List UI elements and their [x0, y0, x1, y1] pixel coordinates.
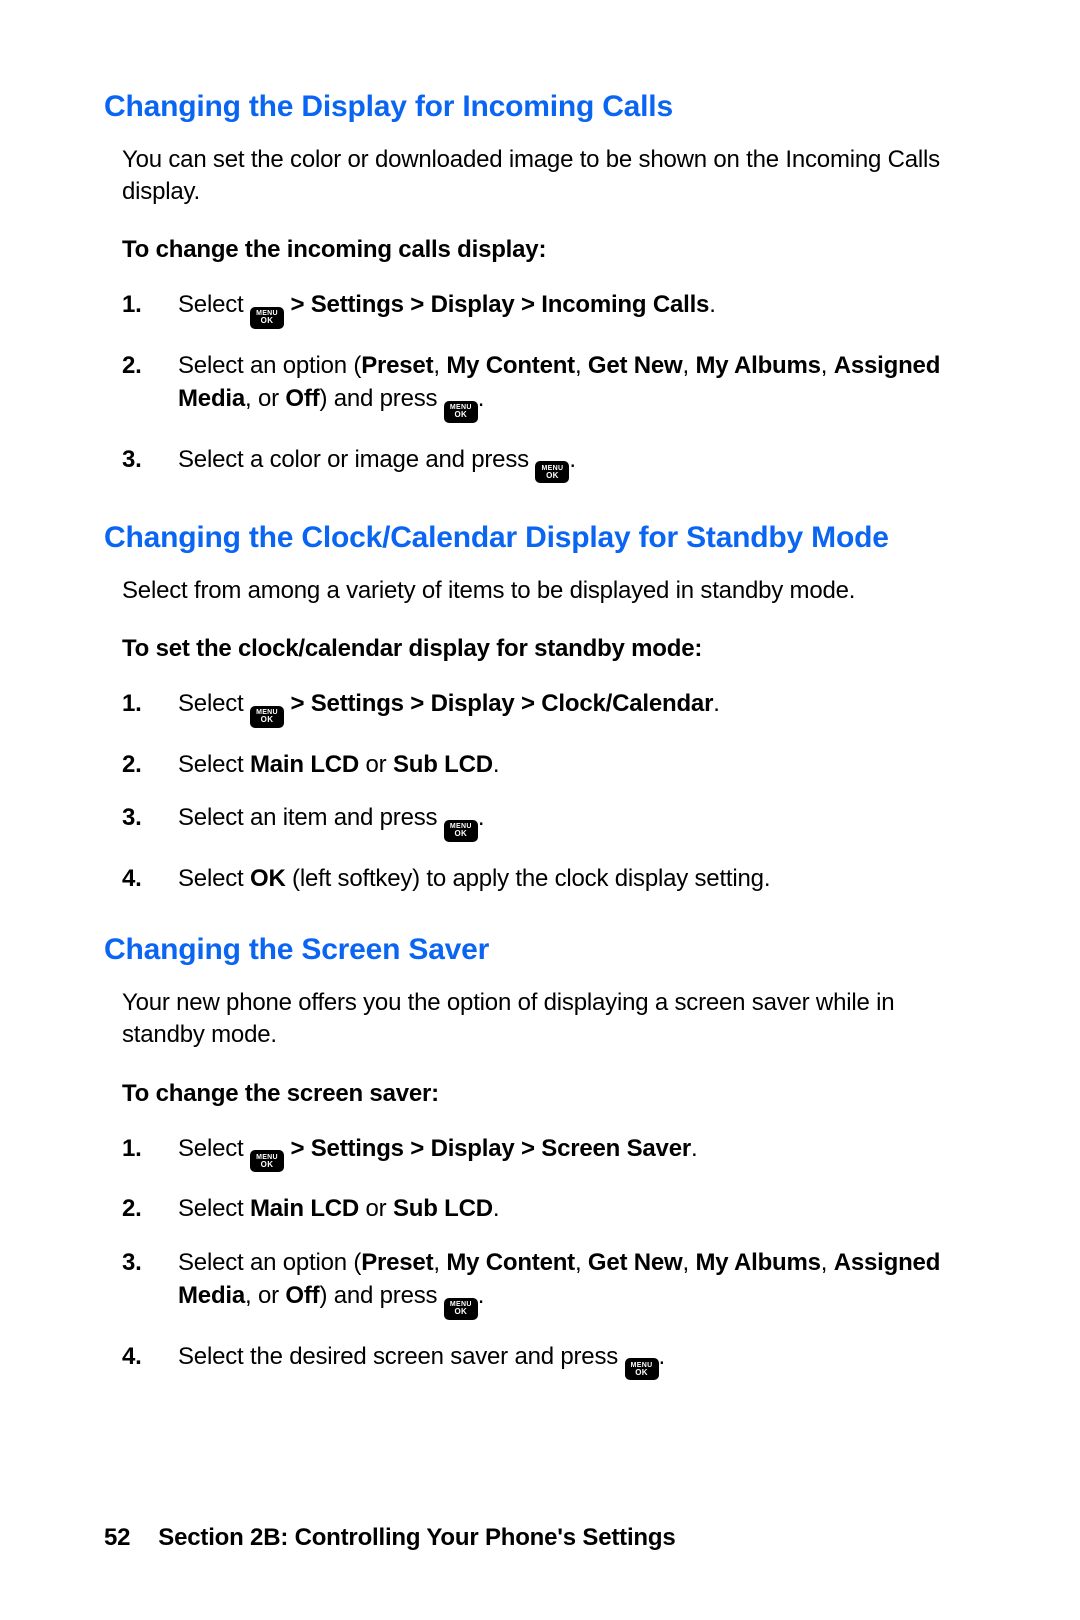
menu-ok-icon: MENUOK — [444, 1298, 478, 1320]
list-item: 3. Select an item and press MENUOK. — [122, 801, 976, 842]
list-item: 1. Select MENUOK > Settings > Display > … — [122, 1132, 976, 1173]
step-text: Select — [178, 865, 250, 892]
menu-ok-icon: MENUOK — [250, 307, 284, 329]
step-text: Select an option ( — [178, 352, 361, 379]
step-text: Select — [178, 291, 250, 318]
nav-path: > Settings > Display > Screen Saver — [284, 1135, 691, 1162]
menu-ok-icon: MENUOK — [250, 706, 284, 728]
list-item: 2. Select Main LCD or Sub LCD. — [122, 1192, 976, 1226]
section-subhead: To change the incoming calls display: — [122, 236, 976, 264]
step-text: Select — [178, 751, 250, 778]
step-number: 3. — [122, 801, 142, 835]
menu-ok-icon: MENUOK — [250, 1150, 284, 1172]
menu-ok-icon: MENUOK — [535, 461, 569, 483]
step-text: Select a color or image and press — [178, 446, 535, 473]
footer-section-title: Section 2B: Controlling Your Phone's Set… — [158, 1524, 675, 1551]
section-intro: Your new phone offers you the option of … — [122, 987, 976, 1052]
manual-page: Changing the Display for Incoming Calls … — [0, 0, 1080, 1620]
step-number: 3. — [122, 1246, 142, 1280]
step-text: Select an option ( — [178, 1249, 361, 1276]
step-text: Select the desired screen saver and pres… — [178, 1343, 625, 1370]
step-text: Select — [178, 690, 250, 717]
page-footer: 52 Section 2B: Controlling Your Phone's S… — [104, 1524, 675, 1552]
list-item: 1. Select MENUOK > Settings > Display > … — [122, 687, 976, 728]
nav-path: > Settings > Display > Clock/Calendar — [284, 690, 713, 717]
list-item: 4. Select the desired screen saver and p… — [122, 1340, 976, 1381]
page-number: 52 — [104, 1524, 130, 1551]
section-intro: You can set the color or downloaded imag… — [122, 144, 976, 209]
step-number: 4. — [122, 862, 142, 896]
step-number: 2. — [122, 349, 142, 383]
menu-ok-icon: MENUOK — [625, 1358, 659, 1380]
menu-ok-icon: MENUOK — [444, 401, 478, 423]
section-heading: Changing the Display for Incoming Calls — [104, 88, 976, 126]
section-subhead: To set the clock/calendar display for st… — [122, 635, 976, 663]
step-number: 2. — [122, 1192, 142, 1226]
step-number: 2. — [122, 748, 142, 782]
menu-ok-icon: MENUOK — [444, 820, 478, 842]
section-subhead: To change the screen saver: — [122, 1080, 976, 1108]
list-item: 3. Select an option (Preset, My Content,… — [122, 1246, 976, 1320]
step-list: 1. Select MENUOK > Settings > Display > … — [122, 687, 976, 895]
step-number: 1. — [122, 1132, 142, 1166]
list-item: 1. Select MENUOK > Settings > Display > … — [122, 288, 976, 329]
step-list: 1. Select MENUOK > Settings > Display > … — [122, 1132, 976, 1381]
step-number: 3. — [122, 443, 142, 477]
list-item: 4. Select OK (left softkey) to apply the… — [122, 862, 976, 896]
step-number: 4. — [122, 1340, 142, 1374]
list-item: 2. Select an option (Preset, My Content,… — [122, 349, 976, 423]
section-heading: Changing the Screen Saver — [104, 931, 976, 969]
step-number: 1. — [122, 687, 142, 721]
step-text: Select — [178, 1195, 250, 1222]
section-intro: Select from among a variety of items to … — [122, 575, 976, 607]
section-heading: Changing the Clock/Calendar Display for … — [104, 519, 976, 557]
step-text: Select — [178, 1135, 250, 1162]
step-number: 1. — [122, 288, 142, 322]
step-text: Select an item and press — [178, 804, 444, 831]
nav-path: > Settings > Display > Incoming Calls — [284, 291, 709, 318]
list-item: 2. Select Main LCD or Sub LCD. — [122, 748, 976, 782]
step-list: 1. Select MENUOK > Settings > Display > … — [122, 288, 976, 483]
list-item: 3. Select a color or image and press MEN… — [122, 443, 976, 484]
